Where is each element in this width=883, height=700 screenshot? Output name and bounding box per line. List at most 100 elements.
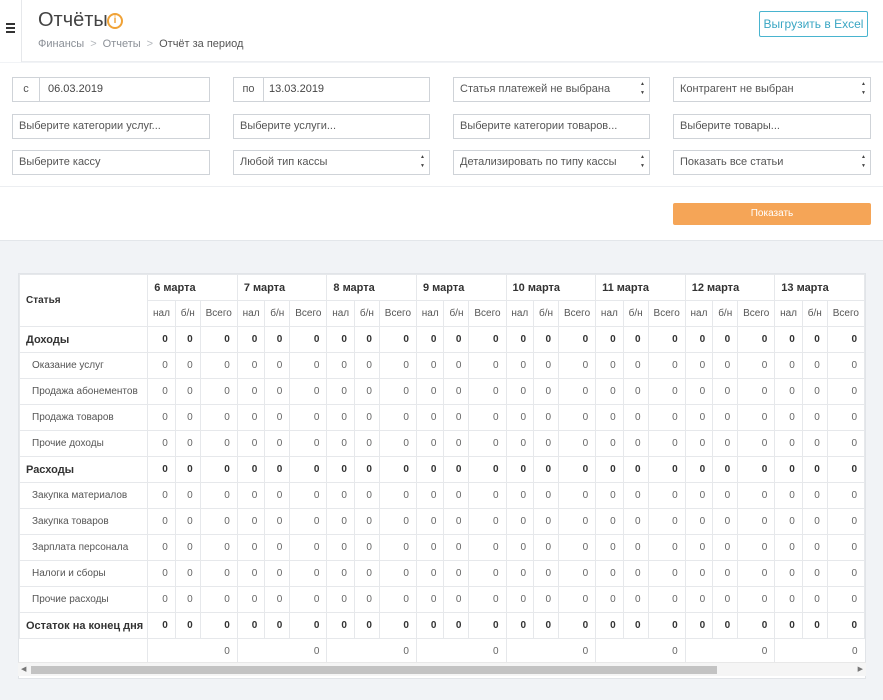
table-cell: 0 [737,612,776,639]
table-cell: 0 [684,326,714,353]
breadcrumb-reports[interactable]: Отчеты [103,38,141,50]
subcolumn-header: Всего [378,300,417,327]
day-header: 12 марта [684,274,776,301]
table-cell: 0 [236,560,266,587]
row-label: Оказание услуг [19,352,149,379]
table-cell: 0 [505,482,535,509]
services-input[interactable]: Выберите услуги... [233,114,430,139]
table-cell: 0 [558,430,597,457]
export-excel-button[interactable]: Выгрузить в Excel [759,11,868,37]
scroll-right-icon[interactable]: ▶ [858,665,863,675]
row-label: Прочие доходы [19,430,149,457]
table-cell: 0 [236,456,266,483]
table-cell: 0 [443,534,470,561]
table-cell: 0 [468,560,507,587]
table-cell: 0 [558,586,597,613]
table-cell: 0 [801,456,828,483]
date-to-field[interactable]: по 13.03.2019 [233,77,430,102]
day-total: 0 [684,638,775,665]
products-input[interactable]: Выберите товары... [673,114,871,139]
table-cell: 0 [378,534,417,561]
table-cell: 0 [378,404,417,431]
table-cell: 0 [353,612,380,639]
table-cell: 0 [737,534,776,561]
table-cell: 0 [622,508,649,535]
cashbox-type-select[interactable]: Любой тип кассы [233,150,430,175]
scroll-thumb[interactable] [31,666,717,674]
table-row: Оказание услуг 0 0 0 0 0 0 0 0 0 0 0 0 0 0 0 0 0 0 0 0 0 0 0 0 [19,352,865,379]
table-cell: 0 [415,508,445,535]
scroll-left-icon[interactable]: ◀ [21,665,26,675]
service-categories-input[interactable]: Выберите категории услуг... [12,114,210,139]
date-from-value[interactable]: 06.03.2019 [48,78,103,101]
table-cell: 0 [236,508,266,535]
show-button[interactable]: Показать [673,203,871,225]
table-cell: 0 [712,404,739,431]
table-cell: 0 [737,430,776,457]
table-cell: 0 [174,586,201,613]
table-cell: 0 [647,560,686,587]
table-cell: 0 [595,404,624,431]
table-cell: 0 [415,482,445,509]
horizontal-scrollbar[interactable]: ◀ ▶ [18,662,866,676]
table-cell: 0 [774,404,803,431]
table-cell: 0 [147,326,176,353]
cashbox-input[interactable]: Выберите кассу [12,150,210,175]
info-icon[interactable]: i [107,13,123,29]
table-cell: 0 [737,482,776,509]
table-cell: 0 [558,508,597,535]
table-cell: 0 [415,534,445,561]
table-cell: 0 [826,482,865,509]
product-categories-input[interactable]: Выберите категории товаров... [453,114,650,139]
table-cell: 0 [174,326,201,353]
subcolumn-header: б/н [533,300,560,327]
table-cell: 0 [558,560,597,587]
table-cell: 0 [378,482,417,509]
table-cell: 0 [174,534,201,561]
table-cell: 0 [737,586,776,613]
table-cell: 0 [505,534,535,561]
date-to-value[interactable]: 13.03.2019 [269,78,324,101]
date-to-prefix: по [234,78,264,101]
show-items-select[interactable]: Показать все статьи [673,150,871,175]
table-cell: 0 [712,560,739,587]
table-cell: 0 [647,352,686,379]
table-cell: 0 [289,352,328,379]
row-label: Зарплата персонала [19,534,149,561]
filters-divider [0,186,883,187]
counterparty-select[interactable]: Контрагент не выбран [673,77,871,102]
table-cell: 0 [622,326,649,353]
subcolumn-header: б/н [801,300,828,327]
table-cell: 0 [443,326,470,353]
detail-by-cashbox-type-select[interactable]: Детализировать по типу кассы [453,150,650,175]
table-cell: 0 [147,482,176,509]
sidebar-toggle[interactable] [0,0,22,62]
table-cell: 0 [712,534,739,561]
table-cell: 0 [415,456,445,483]
menu-icon[interactable] [6,23,15,35]
subcolumn-header: б/н [443,300,470,327]
table-cell: 0 [147,586,176,613]
table-cell: 0 [468,586,507,613]
table-cell: 0 [505,352,535,379]
table-row: Доходы 0 0 0 0 0 0 0 0 0 0 0 0 0 0 0 0 0 0 0 0 0 0 0 0 [19,326,865,353]
breadcrumb-finance[interactable]: Финансы [38,38,84,50]
table-cell: 0 [468,326,507,353]
table-cell: 0 [774,456,803,483]
table-cell: 0 [468,430,507,457]
table-cell: 0 [826,352,865,379]
table-cell: 0 [774,352,803,379]
table-cell: 0 [236,326,266,353]
table-cell: 0 [289,326,328,353]
table-cell: 0 [443,378,470,405]
table-cell: 0 [326,456,355,483]
table-cell: 0 [353,404,380,431]
date-from-field[interactable]: с 06.03.2019 [12,77,210,102]
payment-item-select[interactable]: Статья платежей не выбрана [453,77,650,102]
day-total: 0 [147,638,238,665]
table-cell: 0 [199,534,238,561]
table-cell: 0 [533,378,560,405]
table-cell: 0 [147,404,176,431]
table-row: Остаток на конец дня 0 0 0 0 0 0 0 0 0 0 0 0 0 0 0 0 0 0 0 0… [19,612,865,639]
table-cell: 0 [647,326,686,353]
